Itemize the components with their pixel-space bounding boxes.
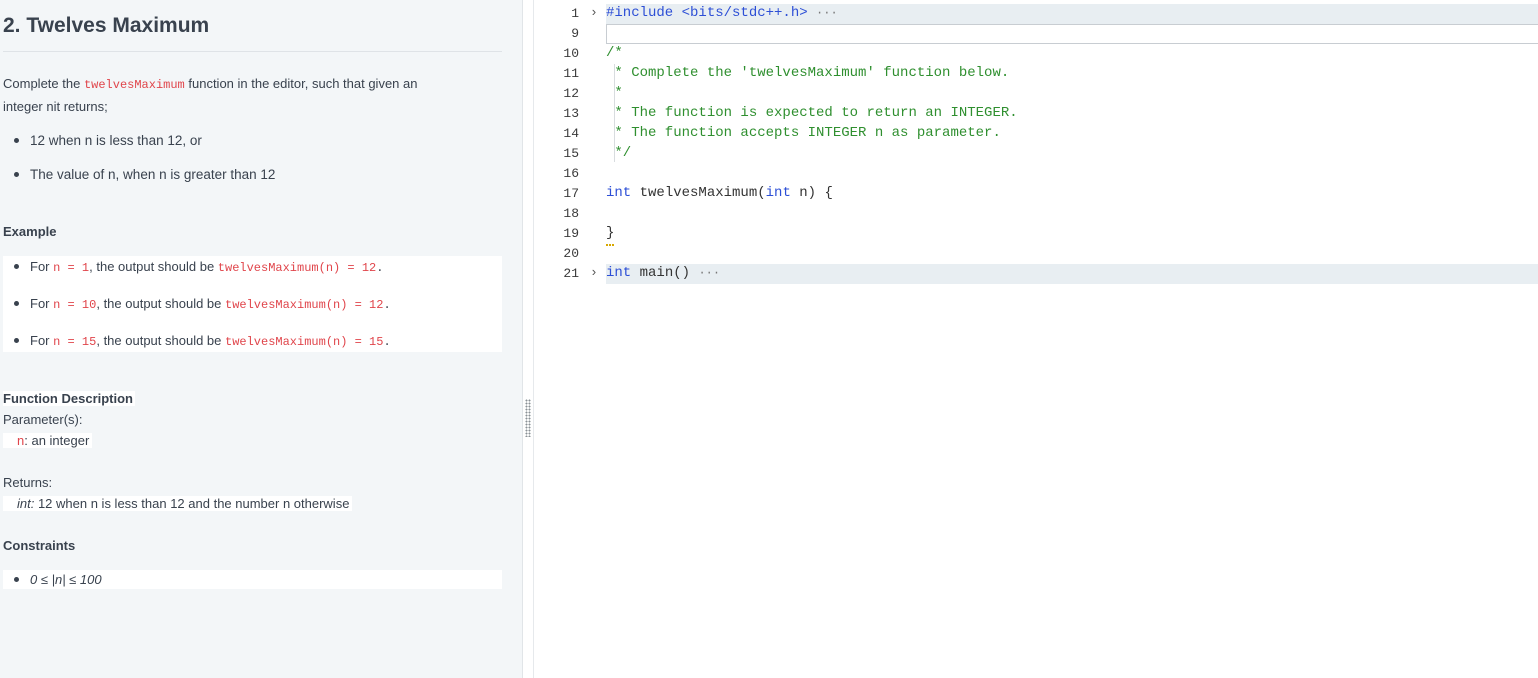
returns-desc: 12 when n is less than 12 and the number…: [34, 496, 350, 511]
code-text: <bits/stdc++.h>: [673, 5, 808, 21]
line-number: 20: [563, 246, 579, 261]
code-comment[interactable]: * The function is expected to return an …: [606, 105, 1017, 121]
code-text: main(): [631, 265, 691, 281]
example-text: For: [30, 296, 54, 311]
problem-panel: 2. Twelves Maximum Complete the twelvesM…: [0, 0, 523, 678]
parameters-label: Parameter(s):: [3, 412, 83, 427]
example-input-code: n = 10: [53, 298, 97, 312]
code-comment[interactable]: * Complete the 'twelvesMaximum' function…: [606, 65, 1009, 81]
example-heading: Example: [3, 224, 57, 239]
example-text: , the output should be: [96, 296, 225, 311]
example-output-code: twelvesMaximum(n) = 12: [225, 298, 384, 312]
code-line[interactable]: int main() ···: [606, 265, 720, 281]
line-number: 11: [563, 66, 579, 81]
line-number: 19: [563, 226, 579, 241]
code-comment[interactable]: *: [606, 85, 622, 101]
line-number: 10: [563, 46, 579, 61]
current-line-box[interactable]: [606, 24, 1538, 44]
code-text: }: [606, 225, 615, 241]
line-number: 13: [563, 106, 579, 121]
code-text: twelvesMaximum(: [631, 185, 766, 201]
code-line[interactable]: #include <bits/stdc++.h> ···: [606, 5, 838, 21]
example-text: .: [376, 261, 384, 275]
bullet-text: The value of n, when n is greater than 1…: [30, 167, 276, 182]
desc-text-2: function in the editor, such that given …: [184, 76, 418, 91]
bullet-dot: [14, 264, 19, 270]
example-text: .: [383, 335, 391, 349]
bullet-dot: [14, 171, 19, 177]
example-text: For: [30, 259, 54, 274]
drag-grip-icon[interactable]: [525, 399, 531, 437]
function-description-heading: Function Description: [3, 391, 135, 406]
folded-ellipsis-icon[interactable]: ···: [698, 266, 720, 280]
line-number: 16: [563, 166, 579, 181]
returns-type: int:: [17, 496, 35, 511]
line-number: 9: [571, 26, 579, 41]
code-editor[interactable]: 1 9 10 11 12 13 14 15 16 17 18 19 20 21 …: [533, 0, 1538, 678]
code-comment[interactable]: */: [606, 145, 631, 161]
code-comment[interactable]: /*: [606, 45, 623, 61]
folded-line-highlight: [606, 264, 1538, 284]
code-keyword: #include: [606, 5, 674, 21]
line-number: 12: [563, 86, 579, 101]
example-output-code: twelvesMaximum(n) = 15: [225, 335, 384, 349]
problem-title: 2. Twelves Maximum: [3, 14, 210, 37]
param-line: n: an integer: [3, 433, 93, 448]
list-item: The value of n, when n is greater than 1…: [14, 167, 275, 182]
fold-chevron-icon[interactable]: ›: [590, 265, 598, 280]
line-number: 14: [563, 126, 579, 141]
example-text: , the output should be: [96, 333, 225, 348]
line-number: 17: [563, 186, 579, 201]
line-number: 18: [563, 206, 579, 221]
line-number: 21: [563, 266, 579, 281]
example-output-code: twelvesMaximum(n) = 12: [217, 261, 377, 275]
example-item: For n = 10, the output should be twelves…: [14, 296, 391, 312]
bullet-dot: [14, 301, 19, 307]
bullet-dot: [14, 577, 19, 583]
param-desc: : an integer: [24, 433, 90, 448]
code-keyword: int: [606, 265, 632, 281]
desc-text-1: Complete the: [3, 76, 84, 91]
example-input-code: n = 1: [53, 261, 90, 275]
example-item: For n = 15, the output should be twelves…: [14, 333, 391, 349]
example-item: For n = 1, the output should be twelvesM…: [14, 259, 383, 275]
title-divider: [3, 51, 502, 52]
panel-resize-handle[interactable]: [523, 0, 533, 678]
returns-label: Returns:: [3, 475, 53, 490]
code-line[interactable]: int twelvesMaximum(int n) {: [606, 185, 833, 201]
bullet-dot: [14, 338, 19, 344]
code-keyword: int: [606, 185, 632, 201]
returns-line: int: 12 when n is less than 12 and the n…: [3, 496, 353, 511]
code-keyword: int: [765, 185, 791, 201]
code-text: n) {: [790, 185, 833, 201]
example-text: , the output should be: [89, 259, 218, 274]
code-comment[interactable]: * The function accepts INTEGER n as para…: [606, 125, 1000, 141]
bullet-dot: [14, 137, 19, 143]
list-item: 12 when n is less than 12, or: [14, 133, 202, 148]
warning-squiggle: [606, 241, 614, 246]
problem-description: Complete the twelvesMaximum function in …: [3, 73, 417, 118]
bullet-text: 12 when n is less than 12, or: [30, 133, 202, 148]
example-input-code: n = 15: [53, 335, 97, 349]
desc-text-3: integer nit returns;: [3, 99, 108, 114]
folded-ellipsis-icon[interactable]: ···: [816, 6, 838, 20]
desc-code: twelvesMaximum: [83, 78, 185, 92]
code-line[interactable]: }: [606, 225, 614, 241]
constraint-item: 0 ≤ |n| ≤ 100: [14, 572, 102, 587]
example-text: .: [383, 298, 391, 312]
example-text: For: [30, 333, 54, 348]
line-number: 1: [571, 6, 579, 21]
line-number: 15: [563, 146, 579, 161]
fold-chevron-icon[interactable]: ›: [590, 5, 598, 20]
constraints-heading: Constraints: [3, 538, 76, 553]
constraint-text: 0 ≤ |n| ≤ 100: [30, 572, 102, 587]
